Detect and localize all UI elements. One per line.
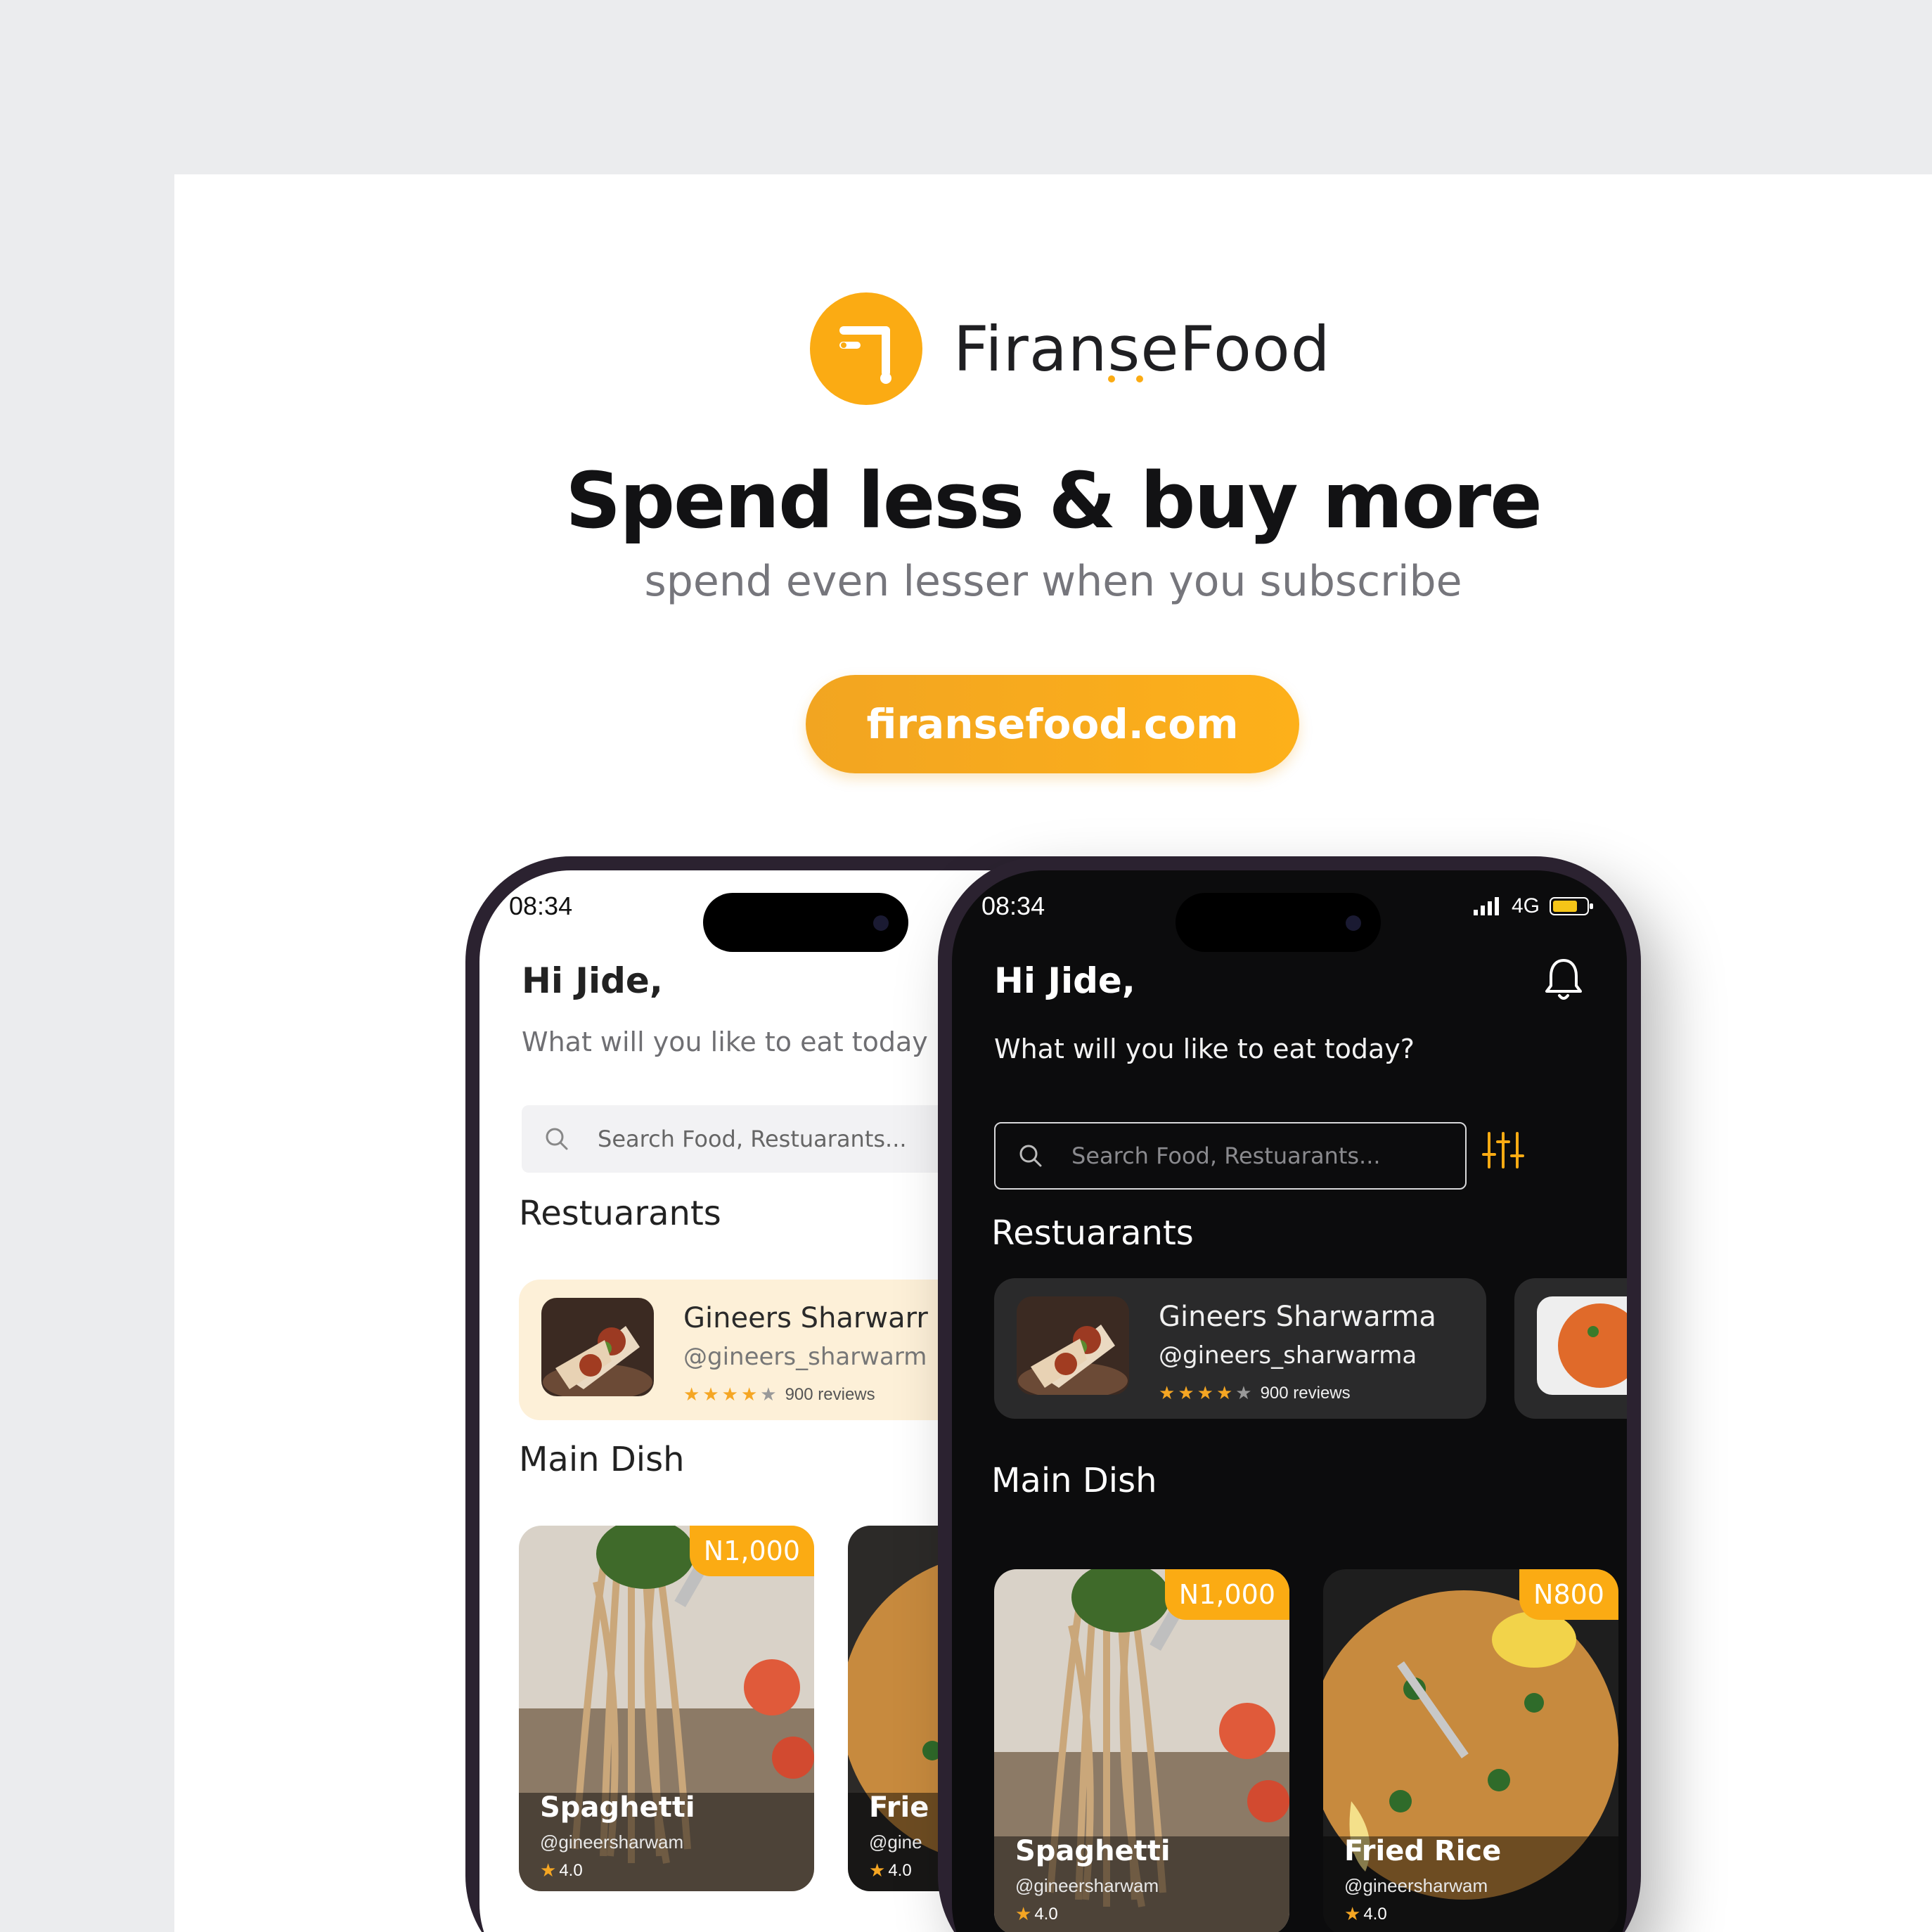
star-icon: ★ [1015, 1903, 1032, 1924]
battery-icon [1550, 897, 1593, 915]
search-icon [1019, 1145, 1042, 1167]
search-input[interactable]: Search Food, Restuarants... [994, 1122, 1467, 1190]
star-icon: ★ [721, 1384, 738, 1405]
dish-handle: @gine [869, 1831, 922, 1853]
restaurant-thumbnail [541, 1298, 654, 1396]
dish-rating: ★ 4.0 [1344, 1903, 1387, 1925]
star-icon: ★ [683, 1384, 700, 1405]
star-icon: ★ [1159, 1382, 1176, 1403]
dish-rating-value: 4.0 [559, 1860, 583, 1880]
dish-name: Fried Rice [1344, 1835, 1502, 1867]
notification-bell-icon[interactable] [1543, 956, 1585, 1003]
greeting: Hi Jide, [522, 960, 663, 1001]
dish-card-spaghetti[interactable]: N1,000 Spaghetti @gineersharwam ★ 4.0 [994, 1569, 1289, 1932]
dish-rating-value: 4.0 [1363, 1904, 1387, 1924]
dish-rating: ★ 4.0 [540, 1860, 583, 1881]
star-icon: ★ [1216, 1382, 1233, 1403]
brand-lockup: FiranseFood [810, 292, 1331, 405]
dynamic-island [1176, 893, 1381, 952]
dish-rating: ★ 4.0 [869, 1860, 912, 1881]
promo-card: FiranseFood Spend less & buy more spend … [174, 174, 1932, 1932]
restaurant-thumbnail [1537, 1296, 1627, 1395]
restaurant-card-next[interactable] [1514, 1278, 1627, 1419]
dish-handle: @gineersharwam [1344, 1875, 1488, 1896]
restaurant-handle: @gineers_sharwarm [683, 1343, 927, 1371]
dish-handle: @gineersharwam [540, 1831, 684, 1853]
dish-card-spaghetti[interactable]: N1,000 Spaghetti @gineersharwam ★ 4.0 [519, 1526, 814, 1891]
star-empty-icon: ★ [1235, 1382, 1252, 1403]
dish-rating-value: 4.0 [888, 1860, 912, 1880]
dark-phone-mockup: 08:34 4G Hi Jide, What will you like to … [938, 856, 1641, 1932]
search-placeholder: Search Food, Restuarants... [1071, 1142, 1381, 1169]
network-label: 4G [1511, 894, 1540, 917]
dish-handle: @gineersharwam [1015, 1875, 1159, 1896]
dish-price: N1,000 [1164, 1569, 1289, 1620]
restaurant-rating: ★ ★ ★ ★ ★ 900 reviews [683, 1384, 875, 1405]
star-icon: ★ [702, 1384, 719, 1405]
subline: spend even lesser when you subscribe [644, 557, 1462, 606]
star-icon: ★ [869, 1860, 886, 1881]
dish-name: Spaghetti [540, 1791, 695, 1824]
brand-dots-icon [1108, 375, 1143, 382]
star-icon: ★ [540, 1860, 557, 1881]
restaurant-thumbnail [1017, 1296, 1129, 1395]
main-dish-title: Main Dish [991, 1461, 1157, 1500]
star-icon: ★ [1344, 1903, 1361, 1924]
dish-rating-value: 4.0 [1034, 1904, 1058, 1924]
dish-name: Frie [869, 1791, 929, 1824]
status-time: 08:34 [981, 891, 1045, 920]
review-count: 900 reviews [785, 1384, 875, 1404]
status-time: 08:34 [509, 891, 573, 920]
restaurant-rating: ★ ★ ★ ★ ★ 900 reviews [1159, 1382, 1351, 1404]
dish-rating: ★ 4.0 [1015, 1903, 1058, 1925]
star-icon: ★ [1197, 1382, 1213, 1403]
restaurant-handle: @gineers_sharwarma [1159, 1341, 1417, 1370]
restaurant-name: Gineers Sharwarma [1159, 1301, 1436, 1333]
star-icon: ★ [740, 1384, 758, 1405]
brand-logo-icon [810, 292, 922, 405]
filter-icon[interactable] [1481, 1128, 1526, 1173]
status-indicators: 4G [1473, 894, 1595, 918]
dish-name: Spaghetti [1015, 1835, 1171, 1867]
prompt-text: What will you like to eat today [522, 1026, 928, 1057]
greeting: Hi Jide, [994, 960, 1135, 1001]
search-icon [546, 1128, 568, 1150]
dish-card-fried-rice[interactable]: N800 Fried Rice @gineersharwam ★ 4.0 [1323, 1569, 1618, 1932]
review-count: 900 reviews [1260, 1383, 1351, 1403]
restaurant-card[interactable]: Gineers Sharwarma @gineers_sharwarma ★ ★ ★… [994, 1278, 1486, 1419]
restaurants-title: Restuarants [991, 1213, 1194, 1253]
dynamic-island [703, 893, 908, 952]
dark-phone-screen: 08:34 4G Hi Jide, What will you like to … [952, 870, 1627, 1932]
restaurant-name: Gineers Sharwarr [683, 1302, 928, 1334]
restaurants-title: Restuarants [519, 1194, 721, 1233]
dish-price: N800 [1519, 1569, 1618, 1620]
signal-icon [1473, 897, 1499, 915]
headline: Spend less & buy more [565, 456, 1543, 546]
star-icon: ★ [1178, 1382, 1194, 1403]
prompt-text: What will you like to eat today? [994, 1033, 1415, 1064]
search-placeholder: Search Food, Restuarants... [598, 1126, 907, 1152]
star-empty-icon: ★ [760, 1384, 777, 1405]
main-dish-title: Main Dish [519, 1440, 685, 1479]
dish-price: N1,000 [689, 1526, 814, 1576]
website-cta-button[interactable]: firansefood.com [806, 675, 1299, 773]
